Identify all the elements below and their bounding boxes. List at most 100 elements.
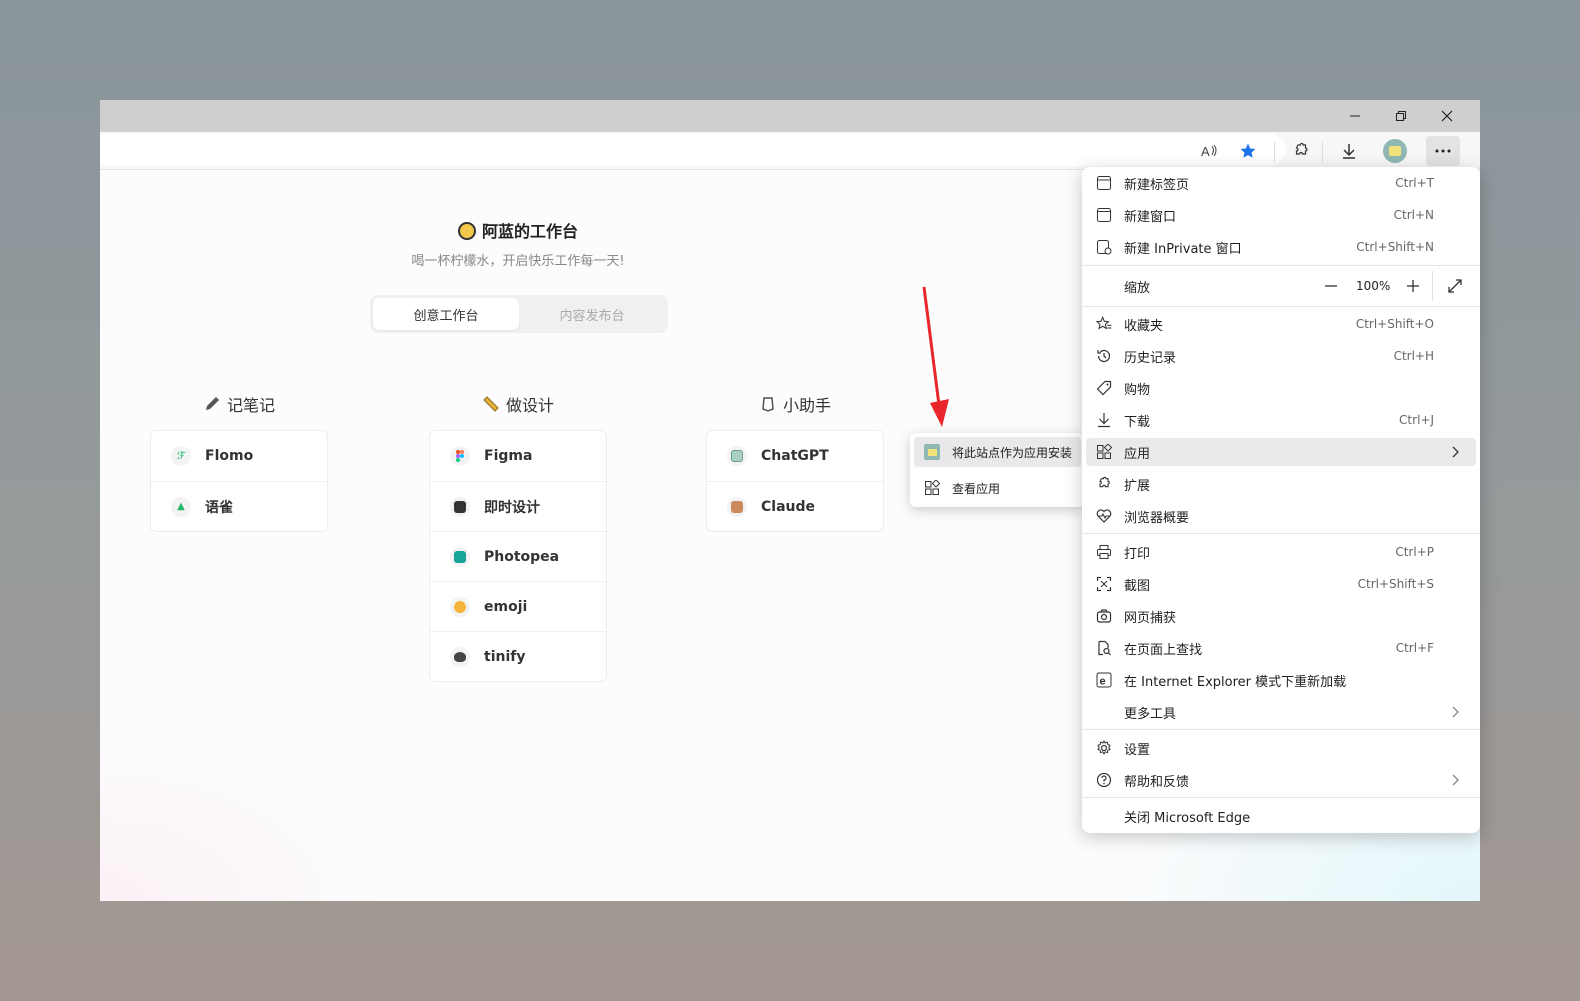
figma-icon bbox=[450, 446, 470, 466]
app-jishi[interactable]: 即时设计 bbox=[430, 481, 606, 531]
download-icon[interactable] bbox=[1333, 136, 1365, 166]
menu-new-tab[interactable]: 新建标签页 Ctrl+T bbox=[1086, 169, 1476, 197]
menu-settings[interactable]: 设置 bbox=[1086, 734, 1476, 762]
close-icon[interactable] bbox=[1424, 100, 1470, 132]
menu-favorites[interactable]: 收藏夹 Ctrl+Shift+O bbox=[1086, 310, 1476, 338]
notes-card: ℱ Flomo ▲ 语雀 bbox=[150, 430, 328, 532]
page-subtitle: 喝一杯柠檬水，开启快乐工作每一天! bbox=[411, 254, 625, 269]
menu-shopping[interactable]: 购物 bbox=[1086, 374, 1476, 402]
chevron-right-icon bbox=[1452, 706, 1459, 718]
menu-print[interactable]: 打印 Ctrl+P bbox=[1086, 538, 1476, 566]
menu-extensions[interactable]: 扩展 bbox=[1086, 470, 1476, 498]
design-card: Figma 即时设计 Photopea emoji tinify bbox=[429, 430, 607, 682]
screenshot-icon bbox=[1096, 576, 1112, 592]
more-icon[interactable] bbox=[1426, 136, 1460, 166]
zoom-in-button[interactable] bbox=[1404, 277, 1422, 295]
downloads-icon bbox=[1098, 413, 1110, 428]
app-emoji[interactable]: emoji bbox=[430, 581, 606, 631]
app-figma[interactable]: Figma bbox=[430, 431, 606, 481]
minus-icon bbox=[1325, 285, 1337, 287]
view-apps[interactable]: 查看应用 bbox=[914, 473, 1081, 503]
chevron-right-icon bbox=[1452, 446, 1459, 458]
install-site-as-app[interactable]: 将此站点作为应用安装 bbox=[914, 437, 1081, 467]
site-app-icon bbox=[924, 444, 940, 460]
extensions-icon[interactable] bbox=[1285, 136, 1317, 166]
title-bar bbox=[100, 100, 1480, 132]
claude-icon bbox=[727, 496, 747, 517]
extensions-icon bbox=[1099, 476, 1110, 488]
history-icon bbox=[1097, 349, 1111, 363]
menu-browser-essentials[interactable]: 浏览器概要 bbox=[1086, 502, 1476, 530]
help-icon bbox=[1096, 772, 1112, 788]
column-title-design: 做设计 bbox=[429, 392, 607, 416]
minimize-icon[interactable] bbox=[1332, 100, 1378, 132]
menu-close-edge[interactable]: 关闭 Microsoft Edge bbox=[1086, 802, 1476, 830]
browser-toolbar: A bbox=[100, 132, 1480, 170]
flomo-icon: ℱ bbox=[171, 446, 191, 466]
favorite-star-icon[interactable] bbox=[1232, 136, 1264, 166]
shopping-tag-icon bbox=[1096, 380, 1112, 396]
app-claude[interactable]: Claude bbox=[707, 481, 883, 531]
menu-web-capture[interactable]: 网页捕获 bbox=[1086, 602, 1476, 630]
fullscreen-button[interactable] bbox=[1446, 277, 1464, 295]
menu-apps[interactable]: 应用 bbox=[1086, 438, 1476, 466]
photopea-icon bbox=[450, 546, 470, 567]
inprivate-icon bbox=[1097, 240, 1112, 255]
tab-publish[interactable]: 内容发布台 bbox=[519, 298, 665, 330]
menu-new-window[interactable]: 新建窗口 Ctrl+N bbox=[1086, 201, 1476, 229]
svg-text:e: e bbox=[1100, 676, 1106, 688]
app-yuque[interactable]: ▲ 语雀 bbox=[151, 481, 327, 531]
restore-icon[interactable] bbox=[1378, 100, 1424, 132]
app-photopea[interactable]: Photopea bbox=[430, 531, 606, 581]
app-chatgpt[interactable]: ChatGPT bbox=[707, 431, 883, 481]
browser-main-menu: 新建标签页 Ctrl+T 新建窗口 Ctrl+N 新建 InPrivate 窗口… bbox=[1082, 167, 1480, 833]
apps-grid-icon bbox=[925, 480, 940, 495]
find-icon bbox=[1098, 640, 1111, 656]
print-icon bbox=[1097, 545, 1111, 559]
avatar-emoji-icon bbox=[457, 222, 476, 240]
gear-icon bbox=[1097, 740, 1111, 756]
menu-help-feedback[interactable]: 帮助和反馈 bbox=[1086, 766, 1476, 794]
yuque-icon: ▲ bbox=[171, 496, 191, 517]
menu-new-inprivate[interactable]: 新建 InPrivate 窗口 Ctrl+Shift+N bbox=[1086, 233, 1476, 261]
zoom-level: 100% bbox=[1356, 279, 1391, 293]
toolbar-divider bbox=[1322, 142, 1323, 162]
heart-pulse-icon bbox=[1096, 509, 1112, 523]
profile-avatar[interactable] bbox=[1379, 136, 1411, 166]
fullscreen-icon bbox=[1448, 279, 1462, 293]
annotation-arrow bbox=[922, 286, 949, 427]
address-bar[interactable] bbox=[100, 134, 1286, 166]
menu-zoom: 缩放 100% bbox=[1086, 271, 1476, 301]
menu-more-tools[interactable]: 更多工具 bbox=[1086, 698, 1476, 726]
menu-divider bbox=[1082, 797, 1480, 798]
read-aloud-icon[interactable]: A bbox=[1194, 136, 1226, 166]
menu-screenshot[interactable]: 截图 Ctrl+Shift+S bbox=[1086, 570, 1476, 598]
chevron-right-icon bbox=[1452, 774, 1459, 786]
zoom-divider bbox=[1432, 271, 1433, 301]
toolbar-divider bbox=[1274, 142, 1275, 162]
apps-icon bbox=[1097, 444, 1112, 459]
svg-text:A: A bbox=[1201, 144, 1210, 159]
menu-divider bbox=[1082, 306, 1480, 307]
app-tinify[interactable]: tinify bbox=[430, 631, 606, 681]
menu-history[interactable]: 历史记录 Ctrl+H bbox=[1086, 342, 1476, 370]
ie-icon: e bbox=[1096, 672, 1112, 688]
menu-ie-mode[interactable]: e 在 Internet Explorer 模式下重新加载 bbox=[1086, 666, 1476, 694]
favorites-icon bbox=[1096, 316, 1112, 330]
menu-find-on-page[interactable]: 在页面上查找 Ctrl+F bbox=[1086, 634, 1476, 662]
chatgpt-icon bbox=[727, 446, 747, 466]
menu-divider bbox=[1082, 729, 1480, 730]
zoom-out-button[interactable] bbox=[1322, 277, 1340, 295]
tab-creative[interactable]: 创意工作台 bbox=[373, 298, 519, 330]
plus-icon bbox=[1407, 280, 1419, 292]
menu-downloads[interactable]: 下载 Ctrl+J bbox=[1086, 406, 1476, 434]
web-capture-icon bbox=[1096, 609, 1112, 623]
menu-divider bbox=[1082, 533, 1480, 534]
app-flomo[interactable]: ℱ Flomo bbox=[151, 431, 327, 481]
new-tab-icon bbox=[1097, 176, 1111, 190]
new-window-icon bbox=[1097, 208, 1111, 222]
robot-icon bbox=[762, 397, 774, 412]
tinify-icon bbox=[450, 646, 470, 667]
pencil-icon bbox=[205, 397, 219, 410]
assistant-card: ChatGPT Claude bbox=[706, 430, 884, 532]
